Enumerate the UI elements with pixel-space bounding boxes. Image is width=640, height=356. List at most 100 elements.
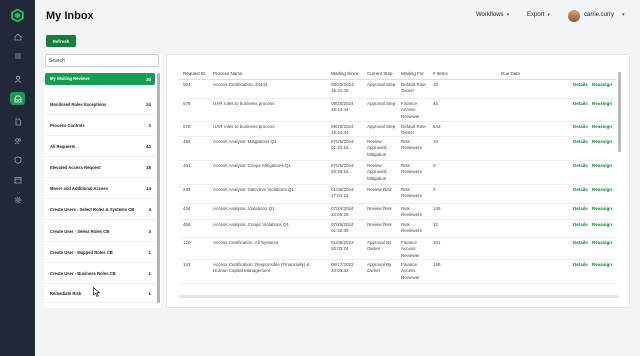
- inbox-category-item[interactable]: Create Users - Select Roles & Systems CB…: [45, 200, 155, 220]
- search-input[interactable]: [45, 54, 159, 67]
- col-items-cell: 146: [433, 206, 441, 211]
- col-waiting-for-header[interactable]: Waiting For: [401, 71, 424, 76]
- table-row[interactable]: 578 UAR roles to business process 08/20/20…: [179, 99, 616, 122]
- export-menu[interactable]: Export ▾: [527, 12, 550, 18]
- inbox-category-item[interactable]: Create User - Select Roles CB 3: [45, 222, 155, 242]
- table-row[interactable]: 455 Access Analysis: Mitigations Q1 07/25/…: [179, 137, 616, 161]
- col-request-id-header[interactable]: Request ID: [183, 71, 206, 76]
- reassign-link[interactable]: Reassign: [592, 82, 612, 87]
- reassign-link[interactable]: Reassign: [592, 262, 612, 267]
- document-icon[interactable]: [10, 115, 25, 128]
- details-link[interactable]: Details: [573, 163, 588, 168]
- col-items-cell: 101: [433, 240, 441, 245]
- col-items-header[interactable]: # Items: [433, 71, 448, 76]
- reassign-link[interactable]: Reassign: [592, 124, 612, 129]
- col-process-name-cell: Access Analysis: Conjur Violations Q1: [213, 222, 289, 227]
- reassign-link[interactable]: Reassign: [592, 101, 612, 106]
- col-items-cell: 3: [433, 163, 436, 168]
- inbox-category-item[interactable]: My Waiting Reviews 30: [45, 73, 155, 85]
- table-row[interactable]: 120 Access Certification: All Systems 01/0…: [179, 238, 616, 260]
- col-waiting-since-cell: 01/30/2024 17:01:22: [331, 187, 354, 199]
- inbox-category-label: My Waiting Reviews: [50, 76, 90, 82]
- col-request-id-cell: 142: [183, 262, 191, 267]
- inbox-category-item[interactable]: Create User - Business Roles CB 1: [45, 264, 155, 284]
- inbox-category-count: 24: [145, 102, 151, 107]
- details-link[interactable]: Details: [573, 206, 588, 211]
- people-icon[interactable]: [10, 134, 25, 147]
- chevron-down-icon: ▾: [506, 12, 510, 18]
- reassign-link[interactable]: Reassign: [592, 222, 612, 227]
- col-current-step-cell: Review Risk: [367, 222, 392, 227]
- reassign-link[interactable]: Reassign: [592, 240, 612, 245]
- avatar[interactable]: [568, 10, 580, 22]
- col-items-cell: 45: [433, 101, 439, 106]
- settings-icon[interactable]: [10, 193, 25, 206]
- details-link[interactable]: Details: [573, 101, 588, 106]
- inbox-category-count: 1: [148, 291, 151, 296]
- inbox-icon[interactable]: [10, 92, 25, 105]
- reassign-link[interactable]: Reassign: [592, 187, 612, 192]
- reassign-link[interactable]: Reassign: [592, 139, 612, 144]
- col-waiting-since-header[interactable]: Waiting Since: [331, 71, 358, 76]
- inbox-category-label: Create User - Select Roles CB: [50, 228, 110, 234]
- workflows-label: Workflows: [476, 12, 504, 18]
- logo-icon[interactable]: [11, 9, 24, 22]
- col-items-cell: 10: [433, 82, 439, 87]
- list-icon[interactable]: [10, 49, 25, 62]
- col-current-step-cell: Approval Step: [367, 124, 396, 129]
- inbox-category-label: Process Controls: [50, 122, 85, 128]
- inbox-category-count: 43: [145, 144, 151, 149]
- table-row[interactable]: 461 Access Analysis: Conjur Mitigations Q…: [179, 161, 616, 185]
- col-process-name-cell: UAR roles to business process: [213, 101, 275, 106]
- table-row[interactable]: 578 UAR roles to business process 08/20/20…: [179, 122, 616, 137]
- col-process-name-cell: Access Analysis: Violations Q1: [213, 206, 275, 211]
- scrollbar[interactable]: [618, 72, 621, 152]
- col-waiting-since-cell: 07/24/2024 22:05:25: [331, 206, 354, 218]
- details-link[interactable]: Details: [573, 187, 588, 192]
- table-row[interactable]: 456 Access Analysis: Conjur Violations Q1…: [179, 220, 616, 238]
- table-row[interactable]: 233 Access Analysis: Selective Violations…: [179, 185, 616, 204]
- reassign-link[interactable]: Reassign: [592, 163, 612, 168]
- workflows-menu[interactable]: Workflows ▾: [476, 12, 509, 18]
- col-request-id-cell: 461: [183, 163, 191, 168]
- col-current-step-header[interactable]: Current Step: [367, 71, 393, 76]
- user-icon[interactable]: [10, 72, 25, 85]
- shield-icon[interactable]: [10, 153, 25, 166]
- inbox-category-count: 14: [145, 186, 151, 191]
- col-request-id-cell: 578: [183, 124, 191, 129]
- user-name[interactable]: carrie.curry: [584, 12, 614, 18]
- col-current-step-cell: Review Risk: [367, 187, 392, 192]
- col-waiting-for-cell: Finance Access Reviewer: [401, 101, 420, 119]
- calendar-icon[interactable]: [10, 173, 25, 186]
- table-row[interactable]: 504 Access Certification: 44444 08/23/2024…: [179, 80, 616, 99]
- details-link[interactable]: Details: [573, 82, 588, 87]
- col-process-name-cell: Access Certification: All Systems: [213, 240, 279, 245]
- table-row[interactable]: 142 Access Certification: Responsible (Fi…: [179, 260, 616, 284]
- inbox-category-item[interactable]: Elevated Access Request 18: [45, 158, 155, 178]
- details-link[interactable]: Details: [573, 240, 588, 245]
- inbox-category-item[interactable]: All Requests 43: [45, 137, 155, 157]
- inbox-category-item[interactable]: Monitored Rules Exceptions 24: [45, 95, 155, 115]
- table-row[interactable]: 434 Access Analysis: Violations Q1 07/24/2…: [179, 204, 616, 220]
- home-icon[interactable]: [10, 30, 25, 43]
- inbox-category-label: All Requests: [50, 143, 76, 149]
- inbox-category-panel: My Waiting Reviews 30 Monitored Rules Exce…: [44, 54, 161, 308]
- col-items-cell: 10: [433, 139, 439, 144]
- scrollbar[interactable]: [157, 73, 160, 303]
- horizontal-scrollbar[interactable]: [179, 295, 619, 298]
- inbox-category-item[interactable]: Mover and Additional Access 14: [45, 179, 155, 199]
- details-link[interactable]: Details: [573, 139, 588, 144]
- col-due-date-header[interactable]: Due Date: [501, 71, 520, 76]
- col-process-name-header[interactable]: Process Name: [213, 71, 243, 76]
- col-items-cell: 0: [433, 187, 436, 192]
- reassign-link[interactable]: Reassign: [592, 206, 612, 211]
- inbox-category-label: Create Users - Select Roles & Systems CB: [50, 206, 135, 212]
- details-link[interactable]: Details: [573, 124, 588, 129]
- details-link[interactable]: Details: [573, 262, 588, 267]
- inbox-category-item[interactable]: Create User - Mapped Roles CB 1: [45, 243, 155, 263]
- chevron-down-icon[interactable]: ▾: [622, 12, 625, 18]
- details-link[interactable]: Details: [573, 222, 588, 227]
- col-waiting-for-cell: Risk Reviewers: [401, 139, 423, 151]
- refresh-button[interactable]: Refresh: [46, 35, 76, 47]
- inbox-category-item[interactable]: Process Controls 2: [45, 116, 155, 136]
